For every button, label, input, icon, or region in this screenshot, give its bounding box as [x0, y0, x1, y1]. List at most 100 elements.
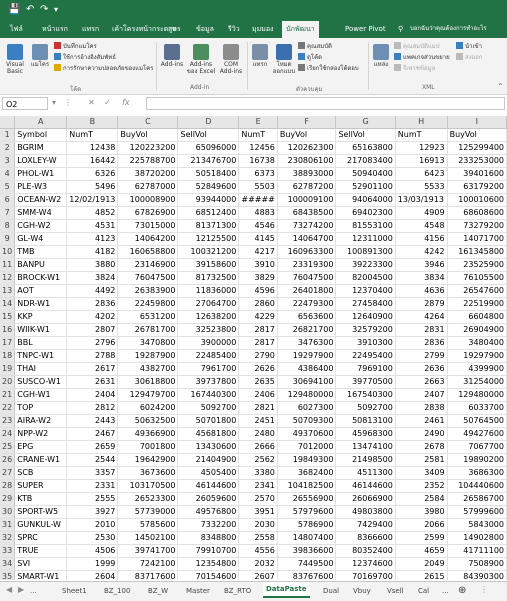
cell[interactable]: 39401600 — [447, 167, 507, 181]
cell[interactable]: 27458400 — [335, 297, 396, 311]
quick-access-dropdown-icon[interactable]: ▾ — [54, 4, 58, 16]
cell[interactable]: 45681800 — [177, 427, 240, 441]
cell[interactable]: 12923 — [395, 141, 448, 155]
cell[interactable]: 83767600 — [277, 570, 337, 580]
cell[interactable]: 76047500 — [117, 271, 179, 285]
cell[interactable]: SMM-W4 — [14, 206, 68, 220]
cell[interactable]: 81732500 — [177, 271, 240, 285]
cell[interactable]: 16442 — [66, 154, 119, 168]
row-header[interactable]: 34 — [0, 557, 16, 571]
cell[interactable]: 70169700 — [335, 570, 396, 580]
cell[interactable]: 4386400 — [277, 362, 337, 376]
cell[interactable]: 22485400 — [177, 349, 240, 363]
cell[interactable]: 3980 — [395, 505, 448, 519]
cell[interactable]: 65096000 — [177, 141, 240, 155]
tell-me-icon[interactable]: ⚲ — [398, 23, 403, 35]
cell[interactable]: 62787200 — [277, 180, 337, 194]
cell[interactable]: 129480000 — [277, 388, 337, 402]
cell[interactable]: 39158600 — [177, 258, 240, 272]
cell[interactable]: 26586700 — [447, 492, 507, 506]
cell[interactable]: 2836 — [66, 297, 119, 311]
cell[interactable]: 7961700 — [177, 362, 240, 376]
cell[interactable]: 68608600 — [447, 206, 507, 220]
header-cell[interactable]: NumT — [238, 128, 278, 142]
collapse-ribbon-icon[interactable]: ⌃ — [497, 82, 504, 91]
cell[interactable]: 7001800 — [117, 440, 179, 454]
more-sheets-right[interactable]: ... — [442, 585, 449, 597]
cell[interactable]: 233253000 — [447, 154, 507, 168]
cell[interactable]: 7067700 — [447, 440, 507, 454]
cell[interactable]: 4546 — [238, 219, 278, 233]
row-header[interactable]: 7 — [0, 206, 16, 220]
cell[interactable]: 3470800 — [117, 336, 179, 350]
cell[interactable]: 3834 — [395, 271, 448, 285]
cell[interactable]: 2032 — [238, 557, 278, 571]
cell[interactable]: 2838 — [395, 401, 448, 415]
cell[interactable]: 4492 — [66, 284, 119, 298]
row-header[interactable]: 2 — [0, 141, 16, 155]
tab-power-pivot[interactable]: Power Pivot — [345, 23, 386, 35]
cell[interactable]: 50813100 — [335, 414, 396, 428]
cell[interactable]: 100010600 — [447, 193, 507, 207]
cell[interactable]: KTB — [14, 492, 68, 506]
header-cell[interactable]: NumT — [66, 128, 119, 142]
cell[interactable]: 49366900 — [117, 427, 179, 441]
row-header[interactable]: 16 — [0, 323, 16, 337]
sheet-tab[interactable]: Cal — [418, 585, 429, 597]
cell[interactable]: 2617 — [66, 362, 119, 376]
cell[interactable]: 3910300 — [335, 336, 396, 350]
cell[interactable]: 104440600 — [447, 479, 507, 493]
cell[interactable]: 2666 — [238, 440, 278, 454]
row-header[interactable]: 35 — [0, 570, 16, 580]
cell[interactable]: 14071700 — [447, 232, 507, 246]
cell[interactable]: 76105500 — [447, 271, 507, 285]
more-sheets-left[interactable]: ... — [30, 585, 37, 597]
cell[interactable]: 2836 — [395, 336, 448, 350]
cell[interactable]: 2555 — [66, 492, 119, 506]
cell[interactable]: LOXLEY-W — [14, 154, 68, 168]
cell[interactable]: 27064700 — [177, 297, 240, 311]
add-sheet-icon[interactable]: ⊕ — [458, 585, 466, 597]
cell[interactable]: 2879 — [395, 297, 448, 311]
cell[interactable]: 14502100 — [117, 531, 179, 545]
tab-review[interactable]: รีวิว — [228, 23, 240, 35]
cell[interactable]: 3409 — [395, 466, 448, 480]
cell[interactable]: 41711100 — [447, 544, 507, 558]
cell[interactable]: 5786900 — [277, 518, 337, 532]
cell[interactable]: 2406 — [238, 388, 278, 402]
cell[interactable]: 22479300 — [277, 297, 337, 311]
cell[interactable]: PLE-W3 — [14, 180, 68, 194]
cell[interactable]: 12311000 — [335, 232, 396, 246]
cell[interactable]: 100008900 — [117, 193, 179, 207]
cell[interactable]: 100009100 — [277, 193, 337, 207]
cell[interactable]: 100891300 — [335, 245, 396, 259]
insert-control-button[interactable]: แทรก — [250, 44, 270, 68]
cell[interactable]: 13/03/1913 — [395, 193, 448, 207]
cell[interactable]: 120223200 — [117, 141, 179, 155]
cell[interactable]: 7012000 — [277, 440, 337, 454]
formula-input[interactable] — [146, 97, 505, 110]
cell[interactable]: 38893000 — [277, 167, 337, 181]
cell[interactable]: 6027300 — [277, 401, 337, 415]
row-header[interactable]: 33 — [0, 544, 16, 558]
cell[interactable]: BBL — [14, 336, 68, 350]
scroll-left-icon[interactable]: ◀ — [6, 585, 12, 594]
cell[interactable]: 23146900 — [117, 258, 179, 272]
cell[interactable]: 2659 — [66, 440, 119, 454]
macro-security-button[interactable]: การรักษาความปลอดภัยของแมโคร — [54, 64, 153, 73]
cell[interactable]: 23319300 — [277, 258, 337, 272]
cell[interactable]: 39741700 — [117, 544, 179, 558]
cell[interactable]: 2626 — [238, 362, 278, 376]
cell[interactable]: 22519900 — [447, 297, 507, 311]
column-header[interactable]: F — [277, 116, 337, 129]
row-header[interactable]: 5 — [0, 180, 16, 194]
cell[interactable]: 2860 — [238, 297, 278, 311]
row-header[interactable]: 28 — [0, 479, 16, 493]
row-header[interactable]: 6 — [0, 193, 16, 207]
cell[interactable]: 2635 — [238, 375, 278, 389]
cell[interactable]: 70154600 — [177, 570, 240, 580]
cell[interactable]: 7332200 — [177, 518, 240, 532]
column-header[interactable]: A — [14, 116, 68, 129]
cell[interactable]: 49576800 — [177, 505, 240, 519]
cell[interactable]: 14064200 — [117, 232, 179, 246]
